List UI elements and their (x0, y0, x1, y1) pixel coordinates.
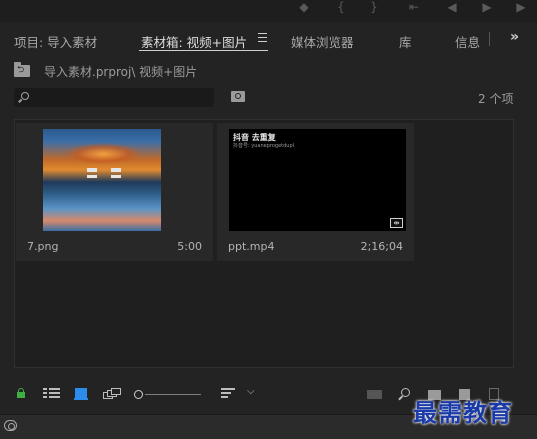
thumbnail-caption: 抖音号: yuaneprogetdupl (233, 143, 295, 149)
new-search-bin-icon[interactable] (231, 91, 245, 102)
tab-info[interactable]: 信息 (455, 32, 480, 51)
creative-cloud-icon[interactable] (4, 420, 17, 431)
bin-path: 导入素材.prproj\ 视频+图片 (44, 65, 198, 79)
media-item-duration: 5:00 (177, 240, 202, 253)
marker-icon[interactable]: ◆ (295, 0, 313, 20)
thumbnail-video: 抖音 去重复 抖音号: yuaneprogetdupl ⇹ (229, 129, 406, 231)
panel-overflow-icon[interactable]: » (510, 29, 519, 45)
zoom-slider-handle[interactable] (134, 390, 143, 399)
video-badge-icon: ⇹ (390, 218, 403, 228)
search-input[interactable] (36, 88, 208, 107)
media-item-name: ppt.mp4 (228, 240, 275, 253)
media-item-video[interactable]: 抖音 去重复 抖音号: yuaneprogetdupl ⇹ ppt.mp4 2;… (217, 123, 414, 261)
zoom-slider[interactable] (145, 394, 201, 395)
automate-to-sequence-icon[interactable] (367, 390, 382, 399)
active-tab-indicator (139, 50, 268, 51)
mark-out-icon[interactable]: } (365, 0, 383, 20)
chevron-down-icon[interactable]: ⌵ (247, 386, 255, 397)
media-grid: 7.png 5:00 抖音 去重复 抖音号: yuaneprogetdupl ⇹… (14, 119, 514, 368)
step-forward-icon[interactable]: ▶ (512, 0, 530, 20)
tab-media-browser[interactable]: 媒体浏览器 (291, 32, 354, 51)
step-back-icon[interactable]: ◀ (443, 0, 461, 20)
monitor-transport-strip: ◆ { } ⇤ ◀ ▶ ▶ (0, 0, 537, 22)
item-count: 2 个项 (478, 92, 514, 106)
media-item-name: 7.png (27, 240, 59, 253)
freeform-view-icon[interactable] (103, 388, 121, 400)
tab-project[interactable]: 项目: 导入素材 (14, 32, 97, 51)
tab-bin[interactable]: 素材箱: 视频+图片 (141, 32, 247, 51)
hamburger-menu-icon[interactable] (258, 33, 267, 42)
panel-tab-bar: 项目: 导入素材 素材箱: 视频+图片 媒体浏览器 库 信息 (0, 26, 537, 52)
sort-icon[interactable] (221, 388, 235, 399)
go-to-in-icon[interactable]: ⇤ (405, 0, 423, 20)
list-view-icon[interactable] (43, 388, 60, 398)
lock-icon[interactable] (17, 388, 25, 398)
media-item-duration: 2;16;04 (360, 240, 403, 253)
tab-divider (489, 32, 490, 46)
search-box[interactable] (14, 88, 214, 107)
media-item-image[interactable]: 7.png 5:00 (16, 123, 213, 261)
find-icon[interactable] (401, 388, 410, 397)
icon-view-icon[interactable] (74, 388, 88, 400)
play-icon[interactable]: ▶ (478, 0, 496, 20)
parent-bin-icon[interactable] (14, 62, 30, 78)
tab-libraries[interactable]: 库 (399, 32, 412, 51)
search-icon (21, 92, 29, 100)
watermark: 最需教育 (413, 398, 513, 427)
thumbnail-image (43, 129, 161, 231)
mark-in-icon[interactable]: { (332, 0, 350, 20)
